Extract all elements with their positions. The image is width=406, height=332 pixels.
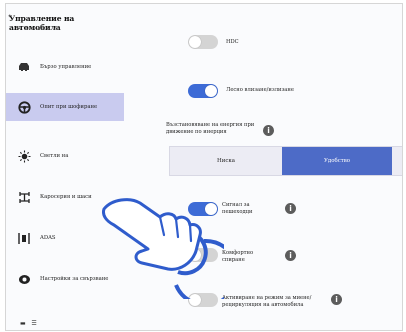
sidebar-item-label: Каросерия и шаси — [40, 193, 92, 200]
sidebar-item-label: ADAS — [40, 234, 56, 241]
sidebar-item-lights[interactable]: Светли на — [6, 142, 124, 170]
sidebar-item-driving-experience[interactable]: Опит при шофиране — [6, 93, 124, 121]
auto-wash-mode-info-icon[interactable]: i — [331, 294, 342, 305]
hdc-label: HDC — [226, 39, 239, 45]
sidebar-item-adas[interactable]: ADAS — [6, 224, 124, 252]
sidebar-item-body-chassis[interactable]: Каросерия и шаси — [6, 183, 124, 211]
menu-icon[interactable]: ☰ — [31, 320, 36, 327]
sidebar-item-connection-settings[interactable]: Настройки за свързване — [6, 265, 124, 293]
pedestrian-signal-info-icon[interactable]: i — [285, 203, 296, 214]
sidebar-item-label: Светли на — [40, 152, 69, 159]
sidebar: ‹ Управление на автомобила • АА АСС А Бъ… — [6, 4, 124, 330]
easy-entry-toggle[interactable] — [188, 84, 218, 98]
energy-recovery-label: Възстановяване на енергия при движение п… — [166, 122, 255, 135]
app-window: ‹ Управление на автомобила • АА АСС А Бъ… — [5, 3, 403, 331]
option-comfort[interactable]: Удобство — [282, 147, 392, 175]
settings-panel: HDC Лесно влизане/излизане Възстановяван… — [124, 4, 402, 330]
pedestrian-signal-toggle[interactable] — [188, 202, 218, 216]
page-subtitle: • АА АСС А — [18, 26, 59, 32]
energy-recovery-info-icon[interactable]: i — [263, 125, 274, 136]
bottom-toolbar: ▬ ☰ — [20, 320, 37, 327]
steering-wheel-icon — [16, 99, 32, 115]
auto-wash-mode-label: Активиране на режим за миене/рециркуляци… — [222, 295, 312, 308]
comfort-braking-info-icon[interactable]: i — [285, 250, 296, 261]
adas-lanes-icon — [16, 230, 32, 246]
headlight-icon — [16, 148, 32, 164]
car-icon — [16, 59, 32, 75]
energy-recovery-selector: Ниска Удобство — [169, 146, 402, 176]
sidebar-item-quick-control[interactable]: Бързо управление — [6, 53, 124, 81]
connection-icon — [16, 271, 32, 287]
pedestrian-signal-label: Сигнал за пешеходци — [222, 202, 253, 215]
comfort-braking-toggle[interactable] — [188, 248, 218, 262]
chassis-icon — [16, 189, 32, 205]
sidebar-item-label: Опит при шофиране — [40, 103, 98, 110]
hdc-toggle[interactable] — [188, 35, 218, 49]
sidebar-item-label: Бързо управление — [40, 63, 92, 70]
easy-entry-label: Лесно влизане/излизане — [226, 87, 294, 93]
auto-wash-mode-toggle[interactable] — [188, 293, 218, 307]
comfort-braking-label: Комфортно спиране — [222, 250, 254, 263]
keyboard-icon[interactable]: ▬ — [20, 320, 26, 327]
option-low[interactable]: Ниска — [170, 147, 282, 175]
sidebar-item-label: Настройки за свързване — [40, 275, 109, 282]
